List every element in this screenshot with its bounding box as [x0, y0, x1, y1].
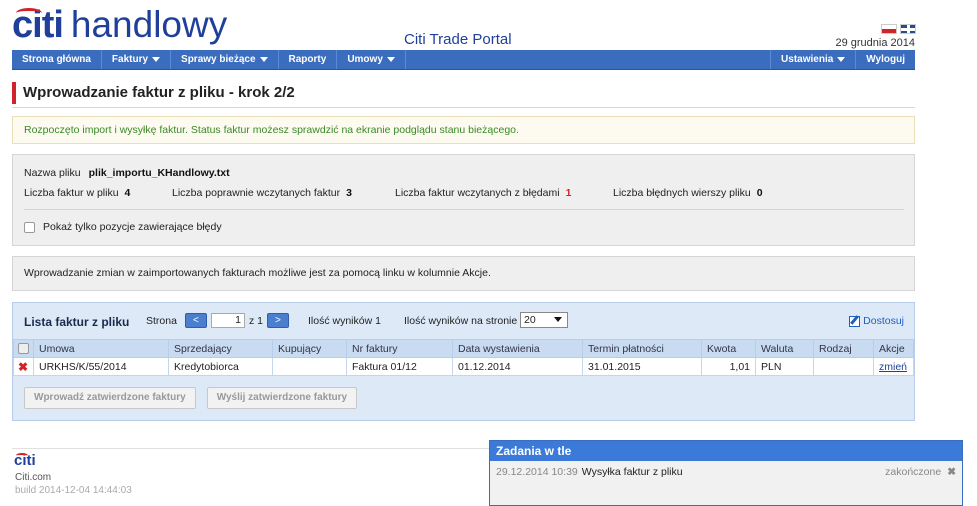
cell-contract: URKHS/K/55/2014: [33, 357, 169, 376]
logo-arc-icon: [16, 453, 28, 458]
cell-due-date: 31.01.2015: [582, 357, 702, 376]
chevron-down-icon: [152, 56, 161, 62]
errors-only-toggle[interactable]: Pokaż tylko pozycje zawierające błędy: [24, 221, 222, 233]
chevron-down-icon: [554, 317, 562, 322]
invoice-table: Umowa Sprzedający Kupujący Nr faktury Da…: [13, 339, 914, 376]
language-switch: [881, 24, 916, 34]
stat-invoices-in-file: Liczba faktur w pliku 4: [24, 187, 131, 199]
prev-page-button[interactable]: <: [184, 313, 207, 328]
flag-pl-icon[interactable]: [881, 24, 897, 34]
current-date: 29 grudnia 2014: [835, 37, 915, 49]
file-info-panel: Nazwa pliku plik_importu_KHandlowy.txt Li…: [12, 154, 915, 246]
chevron-down-icon: [259, 56, 268, 62]
divider: [24, 209, 904, 210]
citi-com-link[interactable]: Citi.com: [15, 472, 51, 483]
nav-spacer: [406, 50, 772, 69]
stat-loaded-ok: Liczba poprawnie wczytanych faktur 3: [172, 187, 352, 199]
nav-item-home[interactable]: Strona główna: [12, 50, 102, 69]
select-all-checkbox[interactable]: [18, 343, 29, 354]
success-message: Rozpoczęto import i wysyłkę faktur. Stat…: [12, 116, 915, 144]
cell-currency: PLN: [755, 357, 814, 376]
edit-notice: Wprowadzanie zmian w zaimportowanych fak…: [12, 256, 915, 291]
file-name: Nazwa pliku plik_importu_KHandlowy.txt: [24, 167, 230, 179]
chevron-down-icon: [837, 56, 846, 62]
task-status: zakończone: [885, 466, 942, 478]
main-nav: Strona główna Faktury Sprawy bieżące Rap…: [12, 50, 915, 70]
background-tasks-panel: Zadania w tle 29.12.2014 10:39 Wysyłka f…: [489, 440, 963, 506]
nav-item-reports[interactable]: Raporty: [279, 50, 338, 69]
portal-title: Citi Trade Portal: [404, 31, 512, 48]
cell-buyer: [272, 357, 347, 376]
task-time: 29.12.2014 10:39: [496, 466, 578, 478]
footer-logo: citi: [14, 452, 36, 469]
col-issue-date[interactable]: Data wystawienia: [452, 339, 583, 358]
col-actions: Akcje: [873, 339, 914, 358]
col-amount[interactable]: Kwota: [701, 339, 756, 358]
results-count: Ilość wyników 1: [308, 315, 381, 327]
page-input[interactable]: 1: [210, 313, 245, 328]
cell-invoice-no: Faktura 01/12: [346, 357, 453, 376]
customize-link[interactable]: Dostosuj: [849, 315, 904, 327]
list-title: Lista faktur z pliku: [24, 315, 130, 329]
flag-en-icon[interactable]: [900, 24, 916, 34]
invoice-list-panel: Lista faktur z pliku Strona < 1 z 1 > Il…: [12, 302, 915, 421]
nav-item-invoices[interactable]: Faktury: [102, 50, 172, 69]
logo-handlowy: handlowy: [70, 4, 228, 45]
cell-seller: Kredytobiorca: [168, 357, 273, 376]
submit-approved-button[interactable]: Wprowadź zatwierdzone faktury: [24, 387, 196, 409]
build-info: build 2014-12-04 14:44:03: [15, 485, 132, 496]
footer-divider: [12, 448, 490, 449]
stat-loaded-with-errors: Liczba faktur wczytanych z błędami 1: [395, 187, 572, 199]
nav-item-current-matters[interactable]: Sprawy bieżące: [171, 50, 279, 69]
nav-item-settings[interactable]: Ustawienia: [771, 50, 857, 69]
close-icon[interactable]: ✖: [947, 466, 956, 478]
logo-arc-icon: [16, 8, 42, 18]
citi-handlowy-logo[interactable]: citi handlowy: [12, 4, 227, 48]
pager: Strona < 1 z 1 >: [146, 313, 289, 328]
divider: [12, 107, 915, 108]
cell-amount: 1,01: [701, 357, 756, 376]
col-currency[interactable]: Waluta: [755, 339, 814, 358]
col-buyer[interactable]: Kupujący: [272, 339, 347, 358]
next-page-button[interactable]: >: [266, 313, 289, 328]
page-title-wrap: Wprowadzanie faktur z pliku - krok 2/2: [12, 82, 295, 104]
page-of: z 1: [248, 314, 263, 327]
errors-only-checkbox[interactable]: [24, 221, 35, 233]
page-label: Strona: [146, 314, 177, 327]
cell-actions: zmień: [873, 357, 914, 376]
tasks-title[interactable]: Zadania w tle: [490, 441, 962, 461]
col-seller[interactable]: Sprzedający: [168, 339, 273, 358]
nav-item-logout[interactable]: Wyloguj: [856, 50, 915, 69]
page-title: Wprowadzanie faktur z pliku - krok 2/2: [23, 84, 295, 101]
table-header-row: Umowa Sprzedający Kupujący Nr faktury Da…: [13, 339, 914, 358]
cell-type: [813, 357, 874, 376]
col-invoice-no[interactable]: Nr faktury: [346, 339, 453, 358]
chevron-down-icon: [386, 56, 395, 62]
select-all-header[interactable]: [13, 339, 34, 358]
nav-item-contracts[interactable]: Umowy: [337, 50, 406, 69]
per-page-select[interactable]: 20: [520, 312, 568, 328]
col-type[interactable]: Rodzaj: [813, 339, 874, 358]
row-error-marker: ✖: [13, 357, 34, 376]
cell-issue-date: 01.12.2014: [452, 357, 583, 376]
table-row: ✖ URKHS/K/55/2014 Kredytobiorca Faktura …: [13, 357, 914, 376]
list-actions: Wprowadź zatwierdzone faktury Wyślij zat…: [24, 387, 358, 409]
send-approved-button[interactable]: Wyślij zatwierdzone faktury: [206, 387, 358, 409]
logo-citi: citi: [12, 4, 64, 46]
edit-invoice-link[interactable]: zmień: [879, 361, 907, 373]
error-x-icon: ✖: [18, 359, 29, 374]
col-due-date[interactable]: Termin płatności: [582, 339, 702, 358]
col-contract[interactable]: Umowa: [33, 339, 169, 358]
edit-icon: [849, 315, 861, 327]
per-page-label: Ilość wyników na stronie: [404, 315, 518, 327]
task-name: Wysyłka faktur z pliku: [581, 466, 683, 478]
stat-bad-rows: Liczba błędnych wierszy pliku 0: [613, 187, 763, 199]
task-item: 29.12.2014 10:39 Wysyłka faktur z pliku …: [496, 466, 956, 478]
